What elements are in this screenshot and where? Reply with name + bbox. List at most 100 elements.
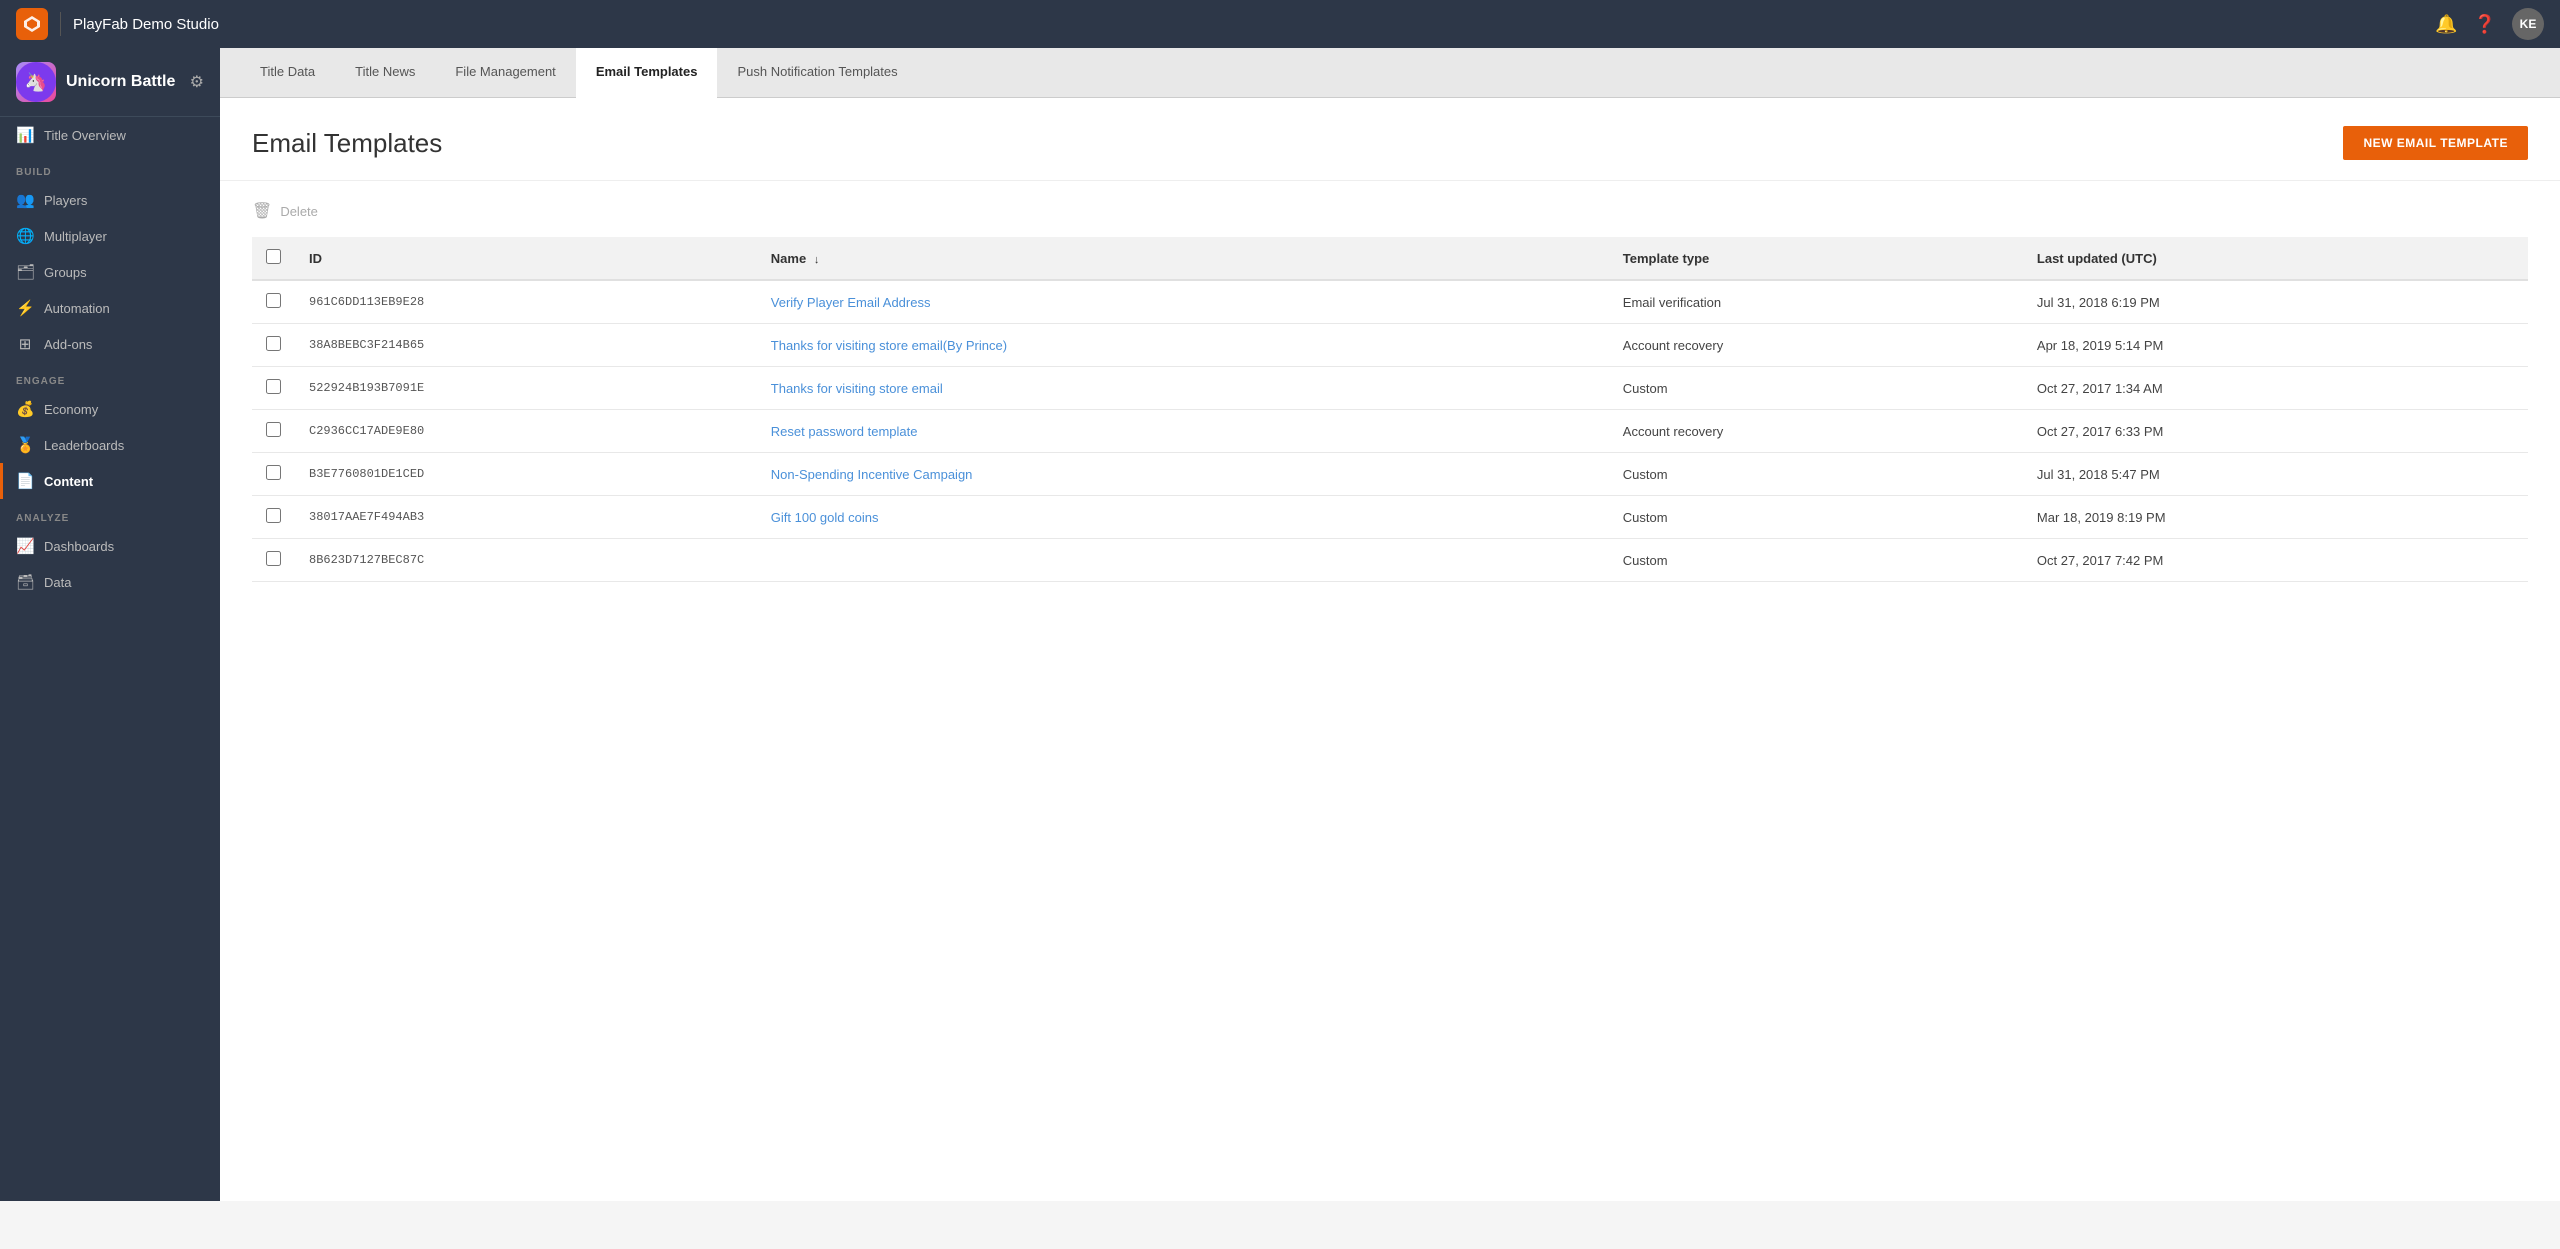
- economy-label: Economy: [44, 402, 98, 417]
- cell-id-2: 522924B193B7091E: [295, 367, 757, 410]
- cell-updated-5: Mar 18, 2019 8:19 PM: [2023, 496, 2528, 539]
- new-email-template-button[interactable]: NEW EMAIL TEMPLATE: [2343, 126, 2528, 160]
- sidebar-game-header: 🦄 Unicorn Battle ⚙: [0, 48, 220, 117]
- sidebar-item-players[interactable]: 👥 Players: [0, 182, 220, 218]
- row-checkbox-0[interactable]: [266, 293, 281, 308]
- email-templates-table: ID Name ↓ Template type Last updated (UT…: [252, 237, 2528, 582]
- tab-title-news[interactable]: Title News: [335, 48, 435, 98]
- tab-file-management[interactable]: File Management: [435, 48, 575, 98]
- game-name: Unicorn Battle: [66, 73, 175, 91]
- table-row: C2936CC17ADE9E80 Reset password template…: [252, 410, 2528, 453]
- cell-checkbox-0: [252, 280, 295, 324]
- th-last-updated: Last updated (UTC): [2023, 237, 2528, 280]
- content-header: Email Templates NEW EMAIL TEMPLATE: [220, 98, 2560, 181]
- content-icon: 📄: [16, 472, 34, 490]
- content-label: Content: [44, 474, 93, 489]
- dashboards-label: Dashboards: [44, 539, 114, 554]
- row-checkbox-6[interactable]: [266, 551, 281, 566]
- sidebar-section-build: BUILD: [0, 153, 220, 182]
- sidebar-item-dashboards[interactable]: 📈 Dashboards: [0, 528, 220, 564]
- cell-name-6: [757, 539, 1609, 582]
- th-id: ID: [295, 237, 757, 280]
- overview-label: Title Overview: [44, 128, 126, 143]
- tab-title-data[interactable]: Title Data: [240, 48, 335, 98]
- notification-icon[interactable]: 🔔: [2435, 14, 2457, 35]
- sidebar-item-leaderboards[interactable]: 🏅 Leaderboards: [0, 427, 220, 463]
- template-link-4[interactable]: Non-Spending Incentive Campaign: [771, 467, 973, 482]
- data-icon: 🗃: [16, 573, 34, 591]
- settings-icon[interactable]: ⚙: [190, 72, 204, 92]
- template-link-3[interactable]: Reset password template: [771, 424, 918, 439]
- row-checkbox-5[interactable]: [266, 508, 281, 523]
- row-checkbox-1[interactable]: [266, 336, 281, 351]
- sidebar-item-title-overview[interactable]: 📊 Title Overview: [0, 117, 220, 153]
- multiplayer-label: Multiplayer: [44, 229, 107, 244]
- template-link-5[interactable]: Gift 100 gold coins: [771, 510, 879, 525]
- sidebar-item-economy[interactable]: 💰 Economy: [0, 391, 220, 427]
- table-row: 38A8BEBC3F214B65 Thanks for visiting sto…: [252, 324, 2528, 367]
- sidebar-item-multiplayer[interactable]: 🌐 Multiplayer: [0, 218, 220, 254]
- th-name[interactable]: Name ↓: [757, 237, 1609, 280]
- topbar: PlayFab Demo Studio 🔔 ❓ KE: [0, 0, 2560, 48]
- cell-checkbox-3: [252, 410, 295, 453]
- cell-updated-4: Jul 31, 2018 5:47 PM: [2023, 453, 2528, 496]
- row-checkbox-4[interactable]: [266, 465, 281, 480]
- user-avatar[interactable]: KE: [2512, 8, 2544, 40]
- select-all-checkbox[interactable]: [266, 249, 281, 264]
- sidebar-item-automation[interactable]: ⚡ Automation: [0, 290, 220, 326]
- cell-updated-1: Apr 18, 2019 5:14 PM: [2023, 324, 2528, 367]
- template-link-0[interactable]: Verify Player Email Address: [771, 295, 931, 310]
- leaderboards-label: Leaderboards: [44, 438, 124, 453]
- page-title: Email Templates: [252, 128, 442, 159]
- cell-name-1: Thanks for visiting store email(By Princ…: [757, 324, 1609, 367]
- players-icon: 👥: [16, 191, 34, 209]
- help-icon[interactable]: ❓: [2474, 14, 2496, 35]
- cell-type-3: Account recovery: [1609, 410, 2023, 453]
- th-checkbox: [252, 237, 295, 280]
- cell-name-0: Verify Player Email Address: [757, 280, 1609, 324]
- economy-icon: 💰: [16, 400, 34, 418]
- table-row: 522924B193B7091E Thanks for visiting sto…: [252, 367, 2528, 410]
- table-row: 38017AAE7F494AB3 Gift 100 gold coins Cus…: [252, 496, 2528, 539]
- playfab-logo: [16, 8, 48, 40]
- table-actions: 🗑 Delete: [252, 201, 2528, 221]
- overview-icon: 📊: [16, 126, 34, 144]
- table-row: 8B623D7127BEC87C Custom Oct 27, 2017 7:4…: [252, 539, 2528, 582]
- row-checkbox-2[interactable]: [266, 379, 281, 394]
- cell-updated-6: Oct 27, 2017 7:42 PM: [2023, 539, 2528, 582]
- cell-name-3: Reset password template: [757, 410, 1609, 453]
- players-label: Players: [44, 193, 87, 208]
- sidebar-item-data[interactable]: 🗃 Data: [0, 564, 220, 600]
- automation-icon: ⚡: [16, 299, 34, 317]
- table-header: ID Name ↓ Template type Last updated (UT…: [252, 237, 2528, 280]
- dashboards-icon: 📈: [16, 537, 34, 555]
- cell-type-5: Custom: [1609, 496, 2023, 539]
- sidebar-item-content[interactable]: 📄 Content: [0, 463, 220, 499]
- topbar-left: PlayFab Demo Studio: [16, 8, 219, 40]
- cell-id-6: 8B623D7127BEC87C: [295, 539, 757, 582]
- template-link-1[interactable]: Thanks for visiting store email(By Princ…: [771, 338, 1007, 353]
- sidebar-item-groups[interactable]: 🗂 Groups: [0, 254, 220, 290]
- sort-arrow-name: ↓: [814, 254, 820, 266]
- cell-updated-2: Oct 27, 2017 1:34 AM: [2023, 367, 2528, 410]
- cell-type-1: Account recovery: [1609, 324, 2023, 367]
- cell-type-4: Custom: [1609, 453, 2023, 496]
- cell-checkbox-6: [252, 539, 295, 582]
- addons-icon: ⊞: [16, 335, 34, 353]
- row-checkbox-3[interactable]: [266, 422, 281, 437]
- sidebar-item-addons[interactable]: ⊞ Add-ons: [0, 326, 220, 362]
- cell-name-5: Gift 100 gold coins: [757, 496, 1609, 539]
- table-body: 961C6DD113EB9E28 Verify Player Email Add…: [252, 280, 2528, 582]
- template-link-2[interactable]: Thanks for visiting store email: [771, 381, 943, 396]
- th-template-type: Template type: [1609, 237, 2023, 280]
- topbar-right: 🔔 ❓ KE: [2435, 8, 2544, 40]
- cell-id-5: 38017AAE7F494AB3: [295, 496, 757, 539]
- tabbar: Title Data Title News File Management Em…: [220, 48, 2560, 98]
- sidebar: 🦄 Unicorn Battle ⚙ 📊 Title Overview BUIL…: [0, 48, 220, 1201]
- leaderboards-icon: 🏅: [16, 436, 34, 454]
- tab-push-notifications[interactable]: Push Notification Templates: [717, 48, 917, 98]
- cell-updated-3: Oct 27, 2017 6:33 PM: [2023, 410, 2528, 453]
- table-row: B3E7760801DE1CED Non-Spending Incentive …: [252, 453, 2528, 496]
- layout: 🦄 Unicorn Battle ⚙ 📊 Title Overview BUIL…: [0, 48, 2560, 1201]
- tab-email-templates[interactable]: Email Templates: [576, 48, 718, 98]
